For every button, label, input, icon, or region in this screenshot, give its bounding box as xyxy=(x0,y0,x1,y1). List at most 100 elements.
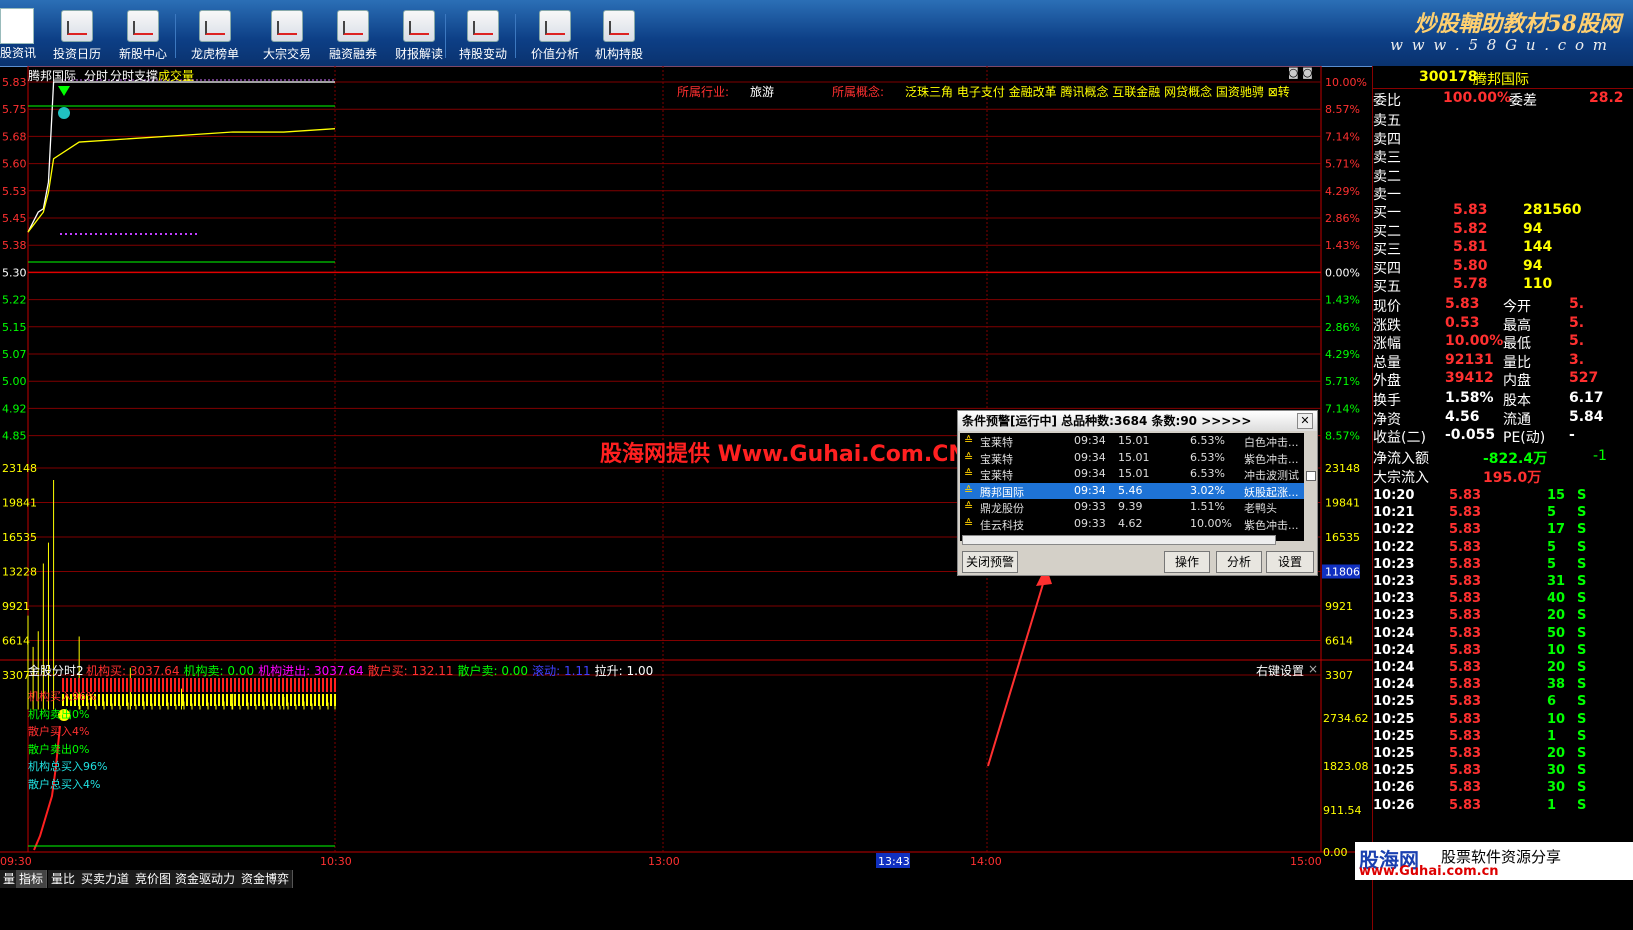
alert-cell: 5.46 xyxy=(1118,483,1143,497)
inst-buy-bar xyxy=(146,678,148,692)
alert-cell: 紫色冲击... xyxy=(1244,518,1299,532)
stat-l1: 涨跌 xyxy=(1373,317,1401,334)
concept-value: 泛珠三角 电子支付 金融改革 腾讯概念 互联金融 网贷概念 国资驰骋 ⊠转 xyxy=(905,85,1290,99)
alert-cell: 妖股起涨... xyxy=(1244,485,1299,499)
alert-row[interactable]: ≙ 佳云科技 09:33 4.62 10.00% 紫色冲击... xyxy=(960,516,1304,532)
tick-cell: 5 xyxy=(1547,556,1557,572)
retail-bar xyxy=(122,694,124,706)
bottom-tab[interactable]: 资金博弈 xyxy=(238,870,294,888)
toolbar-button-8[interactable]: 机构持股 xyxy=(586,8,652,62)
analyze-button[interactable]: 分析 xyxy=(1216,551,1262,573)
flow-value: -822.4万 xyxy=(1483,451,1548,467)
toolbar-first-label[interactable]: 股资讯 xyxy=(0,44,36,61)
time-tick-label: 13:43 xyxy=(878,855,910,868)
pct-tick-label: 10.00% xyxy=(1325,76,1367,89)
retail-bar xyxy=(130,694,132,706)
tick-cell: 5.83 xyxy=(1449,746,1482,761)
retail-bar xyxy=(114,694,116,706)
tick-cell: 10:22 xyxy=(1373,539,1415,555)
toolbar-separator xyxy=(515,14,516,58)
alert-cell: 09:34 xyxy=(1074,467,1106,480)
bottom-tab[interactable]: 竞价图 xyxy=(132,870,176,888)
toolbar-button-5[interactable]: 财报解读 xyxy=(386,8,452,62)
tick-row: 10:24 5.83 10 S xyxy=(1373,643,1633,661)
retail-bar xyxy=(286,694,288,706)
toolbar-button-7[interactable]: 价值分析 xyxy=(522,8,588,62)
buy-vol: 144 xyxy=(1523,239,1553,255)
inst-buy-bar xyxy=(270,678,272,692)
alert-row[interactable]: ≙ 腾邦国际 09:34 5.46 3.02% 妖股起涨... xyxy=(960,482,1304,499)
dialog-close-icon[interactable]: ✕ xyxy=(1297,413,1313,429)
bottom-tab[interactable]: 指标 xyxy=(16,870,48,888)
alert-row[interactable]: ≙ 宝莱特 09:34 15.01 6.53% 紫色冲击... xyxy=(960,450,1304,466)
inst-buy-bar xyxy=(122,678,124,692)
tick-row: 10:25 5.83 10 S xyxy=(1373,712,1633,730)
retail-bar xyxy=(310,694,312,706)
retail-bar xyxy=(298,694,300,706)
chart-expand-icon[interactable]: ◙ ◙ xyxy=(1288,66,1313,79)
tick-cell: 15 xyxy=(1547,488,1566,503)
buy-level-row[interactable]: 买四 5.80 94 xyxy=(1373,258,1633,277)
buy-level-row[interactable]: 买二 5.82 94 xyxy=(1373,221,1633,240)
retail-bar xyxy=(174,694,176,706)
alert-row[interactable]: ≙ 宝莱特 09:34 15.01 6.53% 冲击波测试 xyxy=(960,466,1304,482)
alert-cell: 冲击波测试 xyxy=(1244,469,1299,482)
alert-row[interactable]: ≙ 鼎龙股份 09:33 9.39 1.51% 老鸭头 xyxy=(960,499,1304,515)
buy-level-row[interactable]: 买一 5.83 281560 xyxy=(1373,202,1633,221)
buy-level-row[interactable]: 买五 5.78 110 xyxy=(1373,276,1633,295)
inst-buy-bar xyxy=(150,678,152,692)
alert-cell: 6.53% xyxy=(1190,450,1225,464)
indicator-note: 散户卖出0% xyxy=(28,742,90,756)
tick-cell: S xyxy=(1577,780,1587,796)
indicator-tick-label: 0.00 xyxy=(1323,846,1348,859)
inst-buy-bar xyxy=(166,678,168,692)
operate-button[interactable]: 操作 xyxy=(1164,551,1210,573)
tick-cell: 6 xyxy=(1547,694,1557,710)
sell-level-row: 卖一 xyxy=(1373,184,1633,203)
toolbar-button-0[interactable]: 投资日历 xyxy=(44,8,110,62)
bottom-tab[interactable]: 量比 xyxy=(48,870,80,888)
inst-buy-bar xyxy=(106,678,108,692)
bottom-tab[interactable]: 资金驱动力 xyxy=(172,870,240,888)
toolbar-button-4[interactable]: 融资融券 xyxy=(320,8,386,62)
alert-row[interactable]: ≙ 宝莱特 09:34 15.01 6.53% 白色冲击... xyxy=(960,433,1304,449)
close-alert-button[interactable]: 关闭预警 xyxy=(962,551,1018,573)
stat-l1: 总量 xyxy=(1373,354,1401,371)
tick-cell: 30 xyxy=(1547,763,1566,779)
pct-tick-label: 7.14% xyxy=(1325,402,1360,415)
retail-bar xyxy=(302,694,304,706)
tab-fenshi-support[interactable]: 分时支撑 xyxy=(110,67,158,84)
sell-level-row: 卖三 xyxy=(1373,147,1633,166)
tick-cell: 5.83 xyxy=(1449,556,1482,572)
tick-cell: 38 xyxy=(1547,677,1566,693)
bottom-tab[interactable]: 买卖力道 xyxy=(78,870,134,888)
alert-cell: 09:33 xyxy=(1074,516,1106,530)
retail-bar xyxy=(106,694,108,706)
indicator-item: 机构卖: 0.00 xyxy=(184,664,255,678)
toolbar-button-3[interactable]: 大宗交易 xyxy=(254,8,320,62)
alert-list-scrollbar[interactable] xyxy=(962,535,1276,545)
indicator-close-icon[interactable]: × xyxy=(1308,662,1318,676)
toolbar-button-2[interactable]: 龙虎榜单 xyxy=(182,8,248,62)
tick-cell: 50 xyxy=(1547,625,1566,641)
toolbar-button-6[interactable]: 持股变动 xyxy=(450,8,516,62)
toolbar-button-1[interactable]: 新股中心 xyxy=(110,8,176,62)
indicator-settings[interactable]: 右键设置 xyxy=(1256,662,1304,679)
indicator-item-value: 3037.64 xyxy=(313,664,364,678)
flow-extra: -1 xyxy=(1593,448,1607,464)
dialog-checkbox[interactable] xyxy=(1306,471,1316,481)
volume-tick-label: 9921 xyxy=(2,600,30,613)
alert-cell: 6.53% xyxy=(1190,434,1225,447)
price-tick-label: 5.00 xyxy=(2,375,27,388)
inst-buy-bar xyxy=(318,678,320,692)
weibi-label: 委比 xyxy=(1373,93,1401,109)
tick-cell: S xyxy=(1577,797,1587,813)
volume-tick-label: 6614 xyxy=(2,635,30,648)
settings-button[interactable]: 设置 xyxy=(1266,551,1314,573)
inst-buy-bar xyxy=(242,678,244,692)
tick-cell: 10:22 xyxy=(1373,522,1415,538)
buy-level-row[interactable]: 买三 5.81 144 xyxy=(1373,239,1633,258)
broker-logo-icon[interactable] xyxy=(0,8,34,44)
tab-fenshi[interactable]: 分时 xyxy=(84,67,108,84)
alert-list[interactable]: ≙ 宝莱特 09:34 15.01 6.53% 白色冲击... ≙ 宝莱特 09:34 15.01… xyxy=(960,433,1304,541)
